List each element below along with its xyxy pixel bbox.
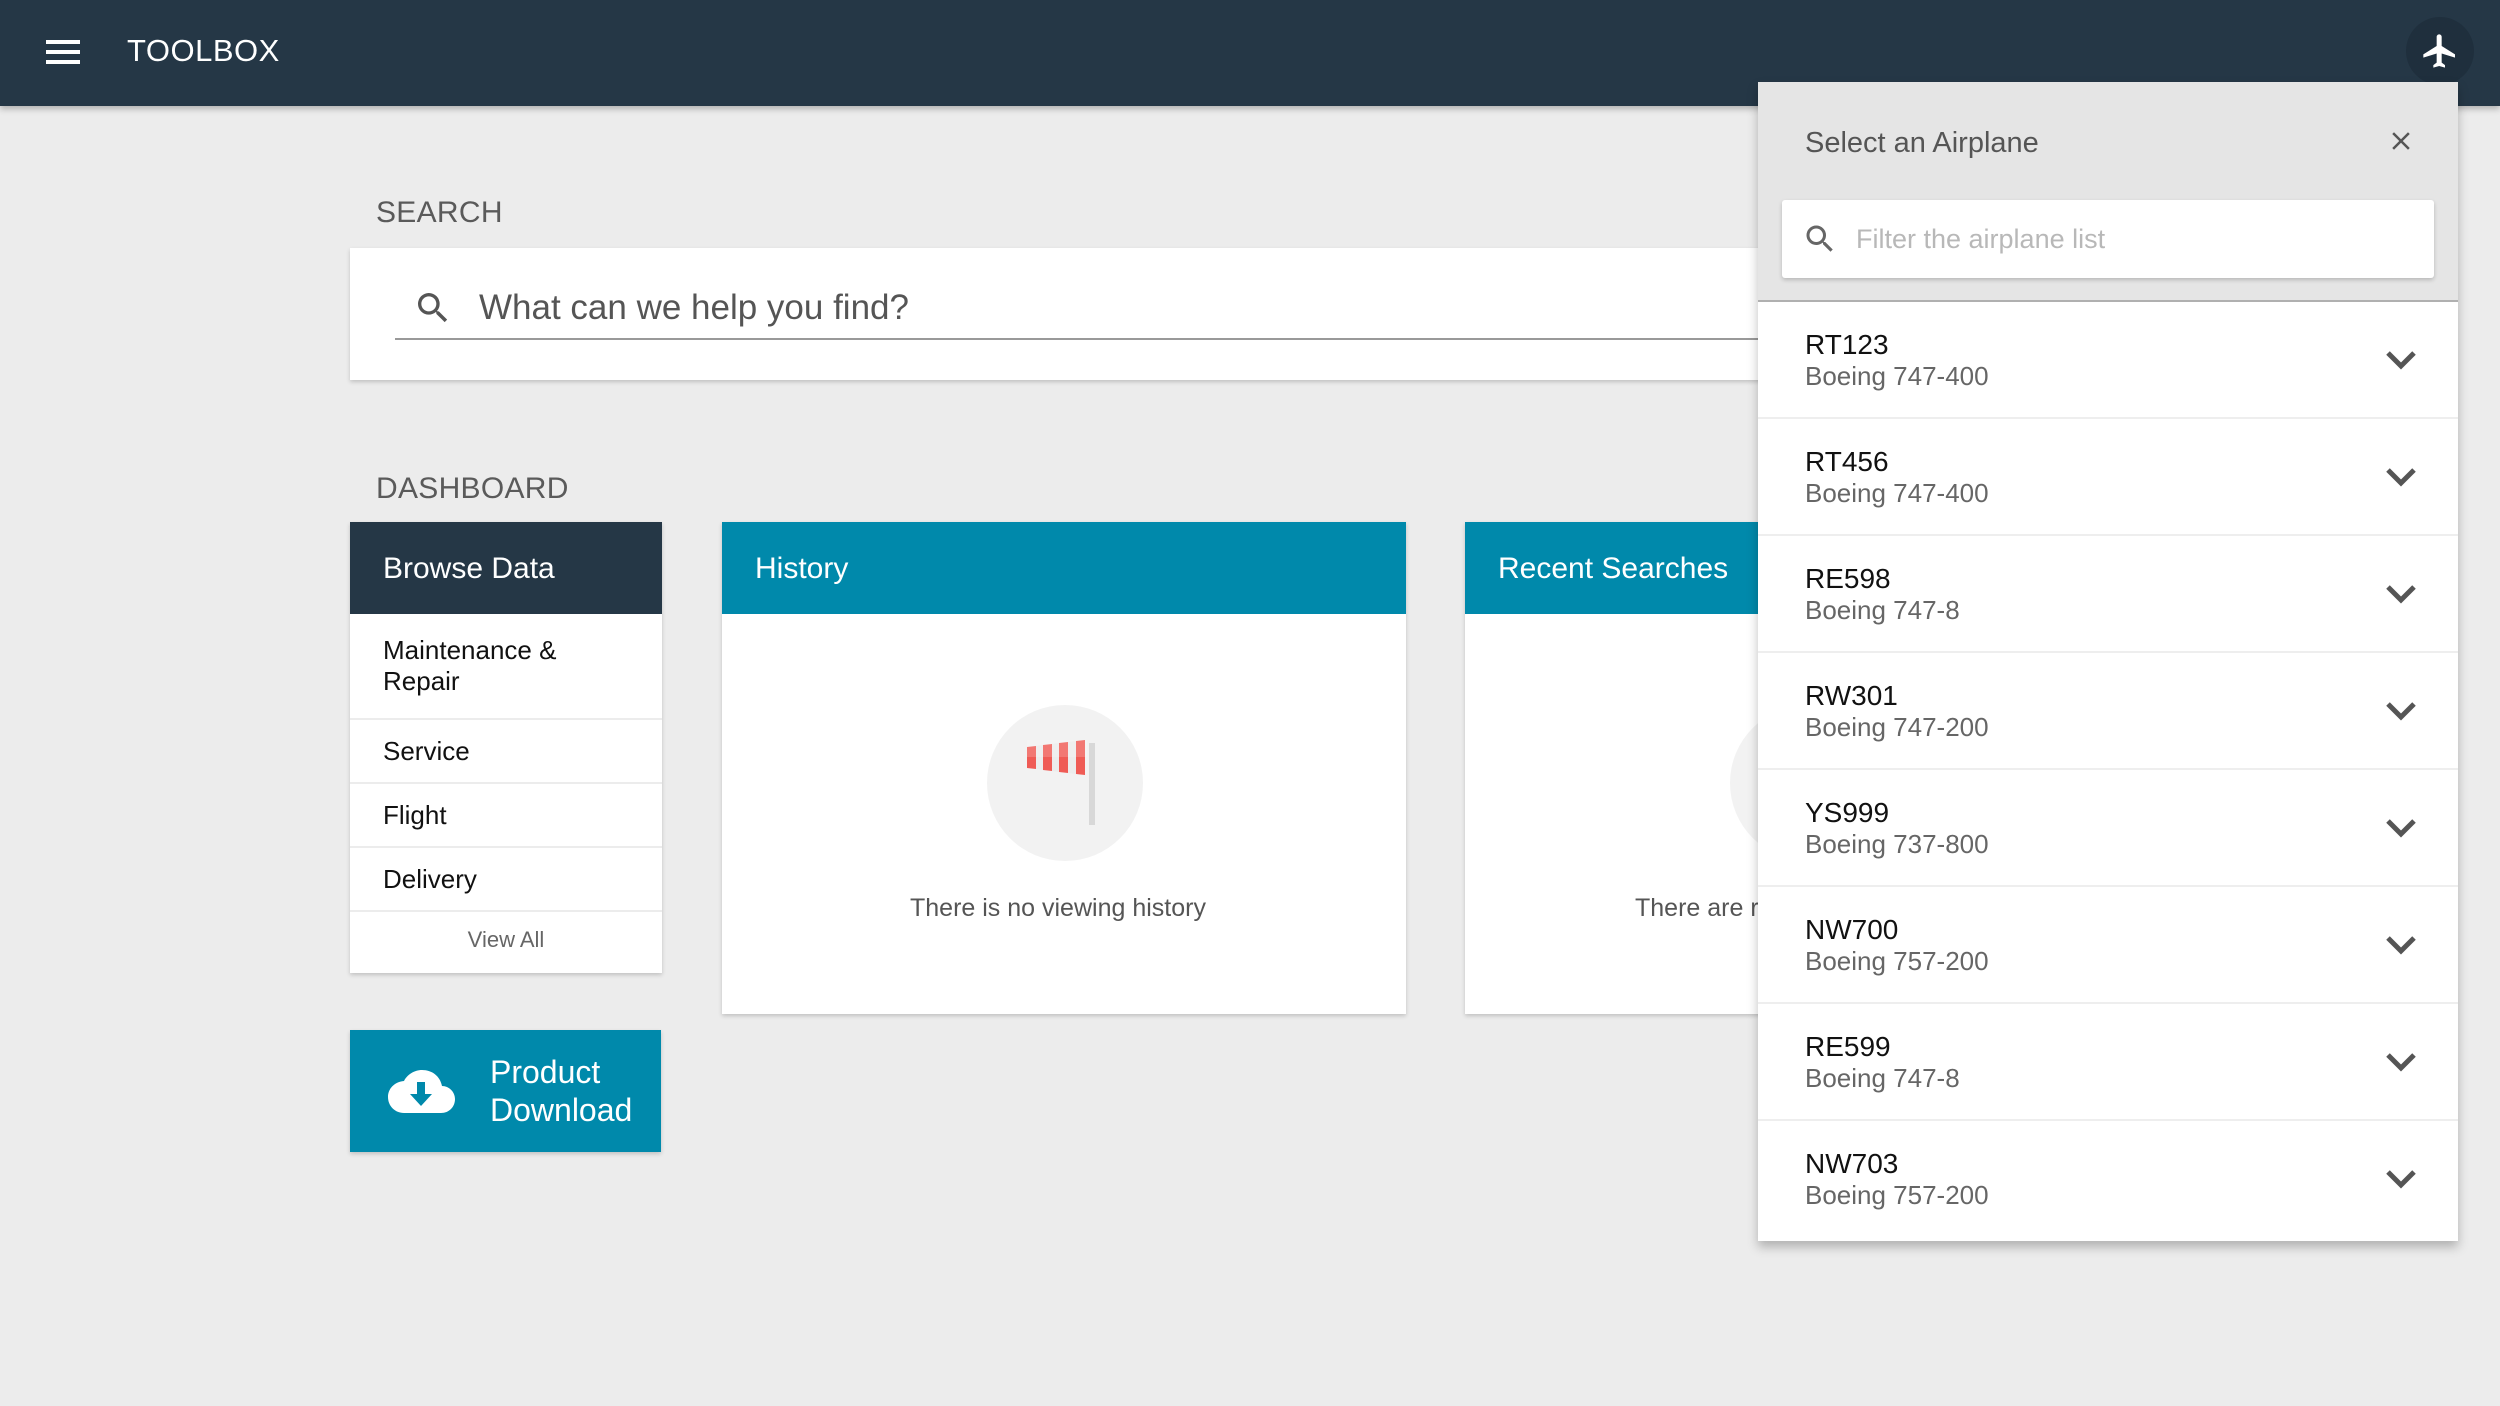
- search-input[interactable]: [479, 288, 1679, 328]
- airplane-list-item[interactable]: RW301 Boeing 747-200: [1758, 653, 2458, 770]
- airplane-list: RT123 Boeing 747-400 RT456 Boeing 747-40…: [1758, 302, 2458, 1238]
- menu-line: [46, 50, 80, 54]
- chevron-down-icon[interactable]: [2384, 1046, 2418, 1076]
- airplane-model: Boeing 747-8: [1805, 595, 1960, 625]
- airplane-id: RE599: [1805, 1031, 1891, 1062]
- cloud-download-icon: [388, 1070, 455, 1113]
- search-field[interactable]: [395, 278, 1850, 340]
- chevron-down-icon[interactable]: [2384, 695, 2418, 725]
- airplane-list-item[interactable]: RT123 Boeing 747-400: [1758, 302, 2458, 419]
- search-icon: [418, 293, 448, 323]
- airplane-list-item[interactable]: NW703 Boeing 757-200: [1758, 1121, 2458, 1238]
- history-card: History There is no viewing history: [722, 522, 1406, 1014]
- recent-searches-empty-text: There are r: [1635, 894, 1759, 922]
- airplane-model: Boeing 737-800: [1805, 829, 1989, 859]
- airplane-list-item[interactable]: RE599 Boeing 747-8: [1758, 1004, 2458, 1121]
- browse-data-card: Browse Data Maintenance & Repair Service…: [350, 522, 662, 973]
- chevron-down-icon[interactable]: [2384, 812, 2418, 842]
- product-download-button[interactable]: Product Download: [350, 1030, 661, 1152]
- chevron-down-icon[interactable]: [2384, 1163, 2418, 1193]
- browse-item-maintenance-repair[interactable]: Maintenance & Repair: [350, 614, 662, 720]
- airplane-filter-field[interactable]: [1782, 200, 2434, 278]
- chevron-down-icon[interactable]: [2384, 929, 2418, 959]
- menu-line: [46, 40, 80, 44]
- browse-item-flight[interactable]: Flight: [350, 784, 662, 848]
- history-empty-text: There is no viewing history: [910, 894, 1206, 922]
- dashboard-section-label: DASHBOARD: [376, 472, 569, 505]
- history-title: History: [722, 522, 1406, 614]
- airplane-id: NW703: [1805, 1148, 1899, 1179]
- download-label-line1: Product: [490, 1054, 601, 1090]
- airplane-model: Boeing 757-200: [1805, 946, 1989, 976]
- airplane-id: YS999: [1805, 797, 1890, 828]
- view-all-link[interactable]: View All: [350, 912, 662, 970]
- airplane-filter-input[interactable]: [1856, 223, 2416, 255]
- airplane-selector-header: Select an Airplane: [1758, 82, 2458, 302]
- menu-line: [46, 60, 80, 64]
- chevron-down-icon[interactable]: [2384, 578, 2418, 608]
- airplane-model: Boeing 747-200: [1805, 712, 1989, 742]
- browse-data-title: Browse Data: [350, 522, 662, 614]
- airplane-list-item[interactable]: YS999 Boeing 737-800: [1758, 770, 2458, 887]
- airplane-selector-title: Select an Airplane: [1805, 127, 2039, 159]
- airplane-model: Boeing 747-400: [1805, 478, 1989, 508]
- airplane-id: RT123: [1805, 329, 1889, 360]
- airplane-list-item[interactable]: RE598 Boeing 747-8: [1758, 536, 2458, 653]
- hamburger-menu-icon[interactable]: [40, 34, 86, 72]
- browse-item-delivery[interactable]: Delivery: [350, 848, 662, 912]
- search-section-label: SEARCH: [376, 196, 503, 229]
- airplane-selector-panel: Select an Airplane RT123 Boeing 747-400 …: [1758, 82, 2458, 1241]
- airplane-model: Boeing 747-400: [1805, 361, 1989, 391]
- product-download-label: Product Download: [490, 1053, 650, 1129]
- download-label-line2: Download: [490, 1092, 633, 1128]
- airplane-selector-button[interactable]: [2406, 17, 2474, 85]
- chevron-down-icon[interactable]: [2384, 461, 2418, 491]
- airplane-icon: [2423, 34, 2455, 68]
- browse-item-label: Service: [383, 735, 470, 766]
- browse-item-label: Delivery: [383, 863, 477, 894]
- search-icon: [1806, 225, 1833, 252]
- airplane-id: RT456: [1805, 446, 1889, 477]
- windsock-icon: [1027, 740, 1095, 825]
- empty-state-circle: [987, 705, 1143, 861]
- airplane-model: Boeing 747-8: [1805, 1063, 1960, 1093]
- search-card: [350, 248, 1850, 380]
- airplane-list-item[interactable]: RT456 Boeing 747-400: [1758, 419, 2458, 536]
- app-title: TOOLBOX: [127, 33, 280, 68]
- close-icon[interactable]: [2386, 126, 2416, 156]
- chevron-down-icon[interactable]: [2384, 344, 2418, 374]
- airplane-list-item[interactable]: NW700 Boeing 757-200: [1758, 887, 2458, 1004]
- browse-item-label: Maintenance & Repair: [383, 635, 557, 696]
- airplane-id: RE598: [1805, 563, 1891, 594]
- airplane-model: Boeing 757-200: [1805, 1180, 1989, 1210]
- browse-item-label: Flight: [383, 799, 447, 830]
- airplane-id: NW700: [1805, 914, 1899, 945]
- browse-item-service[interactable]: Service: [350, 720, 662, 784]
- airplane-id: RW301: [1805, 680, 1898, 711]
